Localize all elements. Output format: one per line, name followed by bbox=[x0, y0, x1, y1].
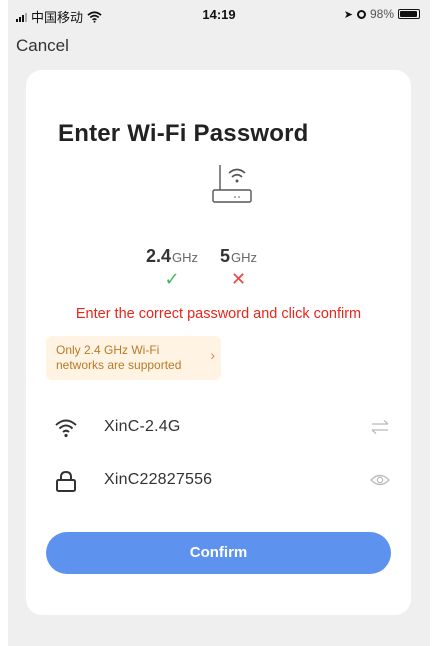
band-5-unit: GHz bbox=[231, 250, 258, 265]
cross-icon: ✕ bbox=[230, 269, 247, 289]
notice-text: Only 2.4 GHz Wi-Fi networks are supporte… bbox=[56, 343, 182, 372]
switch-network-icon[interactable] bbox=[369, 418, 391, 436]
frequency-bands: 2.4GHz ✓ 5GHz ✕ bbox=[146, 246, 257, 289]
cancel-button[interactable]: Cancel bbox=[16, 36, 69, 56]
wifi-password-card: Enter Wi-Fi Password 2.4GHz ✓ 5GHz ✕ Ent… bbox=[26, 70, 411, 615]
battery-icon bbox=[398, 9, 420, 19]
status-right: ➤ 98% bbox=[344, 7, 420, 21]
lock-icon bbox=[56, 470, 76, 492]
eye-icon[interactable] bbox=[369, 471, 391, 489]
wifi-network-field[interactable]: XinC-2.4G bbox=[48, 412, 393, 442]
location-arrow-icon: ➤ bbox=[343, 8, 353, 21]
router-icon bbox=[212, 165, 252, 203]
password-field[interactable]: XinC22827556 bbox=[48, 465, 393, 495]
confirm-button[interactable]: Confirm bbox=[46, 532, 391, 574]
band-5-value: 5 bbox=[220, 246, 231, 266]
alarm-icon bbox=[356, 9, 366, 19]
password-value: XinC22827556 bbox=[104, 471, 213, 488]
supported-network-notice[interactable]: Only 2.4 GHz Wi-Fi networks are supporte… bbox=[46, 336, 221, 380]
page-title: Enter Wi-Fi Password bbox=[58, 120, 309, 147]
battery-percent: 98% bbox=[369, 7, 394, 21]
band-2-4-unit: GHz bbox=[172, 250, 199, 265]
app-screen: 中国移动 14:19 ➤ 98% Cancel Enter Wi-Fi Pass… bbox=[8, 0, 430, 646]
band-2-4ghz: 2.4GHz ✓ bbox=[146, 246, 198, 289]
instruction-text: Enter the correct password and click con… bbox=[75, 306, 362, 322]
band-2-4-value: 2.4 bbox=[146, 246, 172, 266]
chevron-right-icon: › bbox=[210, 347, 215, 363]
band-5ghz: 5GHz ✕ bbox=[220, 246, 257, 289]
wifi-icon bbox=[55, 419, 77, 438]
checkmark-icon: ✓ bbox=[164, 269, 180, 289]
status-bar: 中国移动 14:19 ➤ 98% bbox=[8, 0, 430, 30]
wifi-ssid-value: XinC-2.4G bbox=[104, 418, 181, 435]
